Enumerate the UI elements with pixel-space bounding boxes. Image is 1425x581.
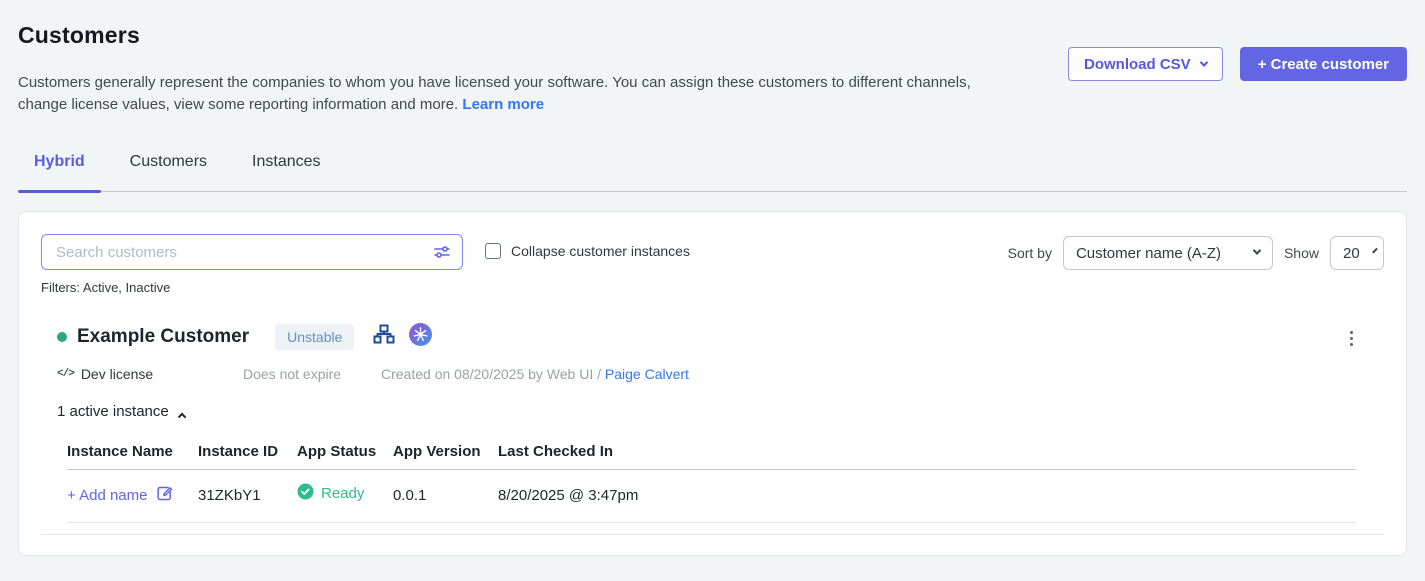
chevron-up-icon <box>177 412 185 420</box>
instances-table: Instance Name Instance ID App Status App… <box>67 443 1356 523</box>
sitemap-channels-icon <box>372 322 396 351</box>
sort-controls: Sort by Customer name (A-Z) Show 20 <box>1008 236 1384 270</box>
customer-name: Example Customer <box>77 326 249 348</box>
chevron-down-icon <box>1199 58 1207 66</box>
page-description: Customers generally represent the compan… <box>18 72 998 116</box>
app-status-label: Ready <box>321 485 364 502</box>
search-input[interactable] <box>41 234 463 270</box>
instances-table-header: Instance Name Instance ID App Status App… <box>67 443 1356 470</box>
sort-by-value: Customer name (A-Z) <box>1076 245 1221 262</box>
instance-name-cell: + Add name <box>67 485 198 506</box>
license-row: </> Dev license Does not expire Created … <box>41 366 1384 382</box>
tab-hybrid[interactable]: Hybrid <box>34 153 85 191</box>
last-checked-in-cell: 8/20/2025 @ 3:47pm <box>498 487 1356 504</box>
sort-by-select[interactable]: Customer name (A-Z) <box>1063 236 1273 270</box>
learn-more-link[interactable]: Learn more <box>462 96 544 113</box>
filter-sliders-icon[interactable] <box>432 242 452 267</box>
show-count-select[interactable]: 20 <box>1330 236 1384 270</box>
customer-type-icons <box>372 322 432 351</box>
col-header-instance-name: Instance Name <box>67 443 198 460</box>
card-footer-divider <box>41 534 1384 535</box>
customer-options-kebab-icon[interactable] <box>1347 328 1356 349</box>
instances-summary-toggle[interactable]: 1 active instance <box>57 403 185 420</box>
check-circle-icon <box>297 483 314 504</box>
sort-by-label: Sort by <box>1008 245 1052 261</box>
collapse-instances-checkbox[interactable] <box>485 243 501 259</box>
edit-pencil-icon[interactable] <box>156 485 173 506</box>
instances-summary-label: 1 active instance <box>57 403 169 420</box>
filters-summary: Filters: Active, Inactive <box>41 280 463 295</box>
create-customer-label: + Create customer <box>1258 56 1389 73</box>
app-status-ready: Ready <box>297 483 393 504</box>
search-wrap <box>41 234 463 270</box>
chevron-down-icon <box>1253 246 1261 254</box>
col-header-app-version: App Version <box>393 443 498 460</box>
collapse-instances-group: Collapse customer instances <box>485 243 690 259</box>
created-by-link[interactable]: Paige Calvert <box>605 366 689 382</box>
instance-table-row: + Add name 31ZKbY1 <box>67 470 1356 523</box>
app-status-cell: Ready <box>297 487 393 504</box>
created-info: Created on 08/20/2025 by Web UI / Paige … <box>381 366 689 382</box>
channel-badge: Unstable <box>275 324 354 350</box>
license-type-label: Dev license <box>81 366 153 382</box>
col-header-last-checked-in: Last Checked In <box>498 443 1356 460</box>
license-type-cell: </> Dev license <box>57 366 243 382</box>
customer-header-row: Example Customer Unstable <box>41 322 1384 351</box>
app-version-cell: 0.0.1 <box>393 487 498 504</box>
active-status-dot-icon <box>57 332 67 342</box>
tab-customers[interactable]: Customers <box>130 153 207 191</box>
download-csv-label: Download CSV <box>1084 56 1191 73</box>
customers-card: Filters: Active, Inactive Collapse custo… <box>18 211 1407 556</box>
header-actions: Download CSV + Create customer <box>1068 47 1407 81</box>
add-name-link[interactable]: + Add name <box>67 485 198 506</box>
download-csv-button[interactable]: Download CSV <box>1068 47 1223 81</box>
created-text: Created on 08/20/2025 by Web UI / <box>381 366 601 382</box>
show-count-value: 20 <box>1343 245 1360 262</box>
page-title: Customers <box>18 0 1407 49</box>
add-name-label: + Add name <box>67 487 147 504</box>
show-label: Show <box>1284 245 1319 261</box>
kubernetes-icon <box>409 323 432 351</box>
tab-instances[interactable]: Instances <box>252 153 320 191</box>
create-customer-button[interactable]: + Create customer <box>1240 47 1407 81</box>
license-expiry: Does not expire <box>243 366 381 382</box>
col-header-app-status: App Status <box>297 443 393 460</box>
instance-id-cell: 31ZKbY1 <box>198 487 297 504</box>
code-brackets-icon: </> <box>57 368 74 380</box>
tab-bar: Hybrid Customers Instances <box>18 153 1407 192</box>
chevron-down-icon <box>1372 247 1378 253</box>
col-header-instance-id: Instance ID <box>198 443 297 460</box>
customers-page: Customers Customers generally represent … <box>0 0 1425 556</box>
collapse-instances-label: Collapse customer instances <box>511 243 690 259</box>
toolbar: Filters: Active, Inactive Collapse custo… <box>41 234 1384 295</box>
